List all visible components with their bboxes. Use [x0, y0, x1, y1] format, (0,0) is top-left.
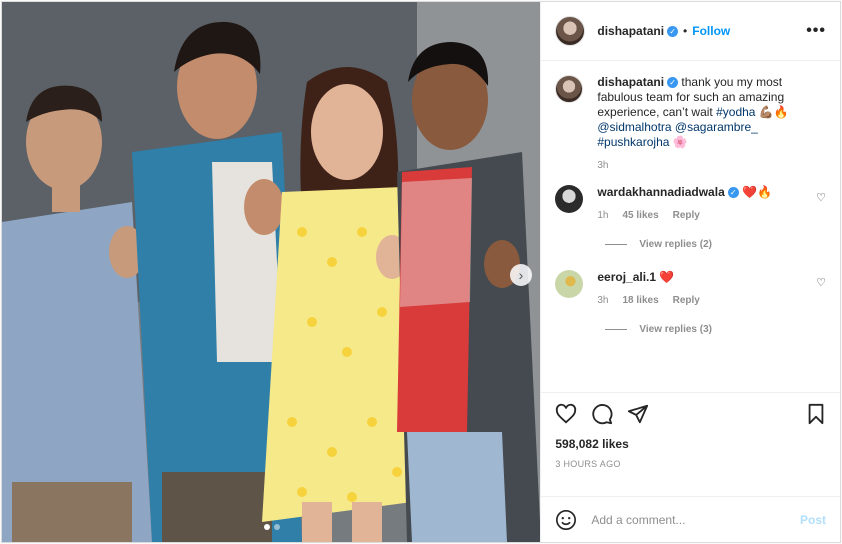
comments-section: dishapatani ✓ thank you my most fabulous … [541, 61, 840, 392]
caption-meta: 3h [597, 160, 807, 171]
header-separator: • [683, 24, 688, 38]
mention-link[interactable]: @sagarambre_ [675, 120, 758, 134]
caption-emoji: 💪🏽🔥 [758, 105, 789, 119]
caption-time[interactable]: 3h [597, 160, 608, 171]
commenter-avatar[interactable] [555, 185, 584, 213]
action-icons [555, 403, 826, 425]
view-replies-button[interactable]: View replies (2) [605, 239, 826, 250]
verified-badge-icon: ✓ [667, 77, 679, 89]
post-actions: 598,082 likes 3 HOURS AGO [541, 392, 840, 496]
post-comment-button[interactable]: Post [800, 513, 826, 527]
comment-body: ❤️🔥 [742, 185, 772, 199]
more-options-icon[interactable]: ••• [806, 22, 826, 40]
commenter-avatar[interactable] [555, 270, 584, 298]
likes-count[interactable]: 598,082 likes [555, 437, 826, 451]
commenter-username[interactable]: eeroj_ali.1 [597, 270, 656, 284]
comment-time[interactable]: 3h [597, 295, 608, 306]
author-avatar[interactable] [555, 16, 586, 46]
author-username[interactable]: dishapatani [597, 24, 664, 38]
author-info: dishapatani ✓ • Follow [597, 24, 730, 38]
post-side-panel: dishapatani ✓ • Follow ••• dishapatani ✓ … [540, 2, 840, 542]
chevron-right-icon: › [518, 267, 524, 283]
comment-text: wardakhannadiadwala ✓ ❤️🔥 [597, 185, 807, 200]
commenter-username[interactable]: wardakhannadiadwala [597, 185, 724, 199]
next-photo-button[interactable]: › [510, 264, 532, 286]
reply-button[interactable]: Reply [673, 295, 700, 306]
comment-meta: 3h 18 likes Reply [597, 295, 807, 306]
comment-item: eeroj_ali.1 ❤️ 3h 18 likes Reply ♡ [555, 270, 826, 306]
view-replies-label: View replies (2) [639, 239, 712, 250]
comment-item: wardakhannadiadwala ✓ ❤️🔥 1h 45 likes Rep… [555, 185, 826, 221]
comment-likes[interactable]: 45 likes [622, 210, 658, 221]
caption-username[interactable]: dishapatani [597, 75, 664, 89]
bookmark-icon[interactable] [806, 403, 826, 425]
view-replies-label: View replies (3) [639, 324, 712, 335]
mention-link[interactable]: @sidmalhotra [597, 120, 671, 134]
comment-meta: 1h 45 likes Reply [597, 210, 807, 221]
verified-badge-icon: ✓ [727, 187, 739, 199]
replies-divider [605, 329, 628, 330]
replies-divider [605, 244, 628, 245]
reply-button[interactable]: Reply [673, 210, 700, 221]
comment-body: ❤️ [659, 270, 675, 284]
comment-input[interactable] [591, 512, 786, 527]
view-replies-button[interactable]: View replies (3) [605, 324, 826, 335]
add-comment-bar: Post [541, 496, 840, 542]
carousel-indicator [264, 524, 280, 530]
group-photo-illustration [2, 2, 541, 542]
comment-text: eeroj_ali.1 ❤️ [597, 270, 807, 285]
carousel-dot-active [264, 524, 270, 530]
heart-icon[interactable] [555, 403, 577, 425]
caption-avatar[interactable] [555, 75, 584, 103]
heart-icon[interactable]: ♡ [816, 191, 826, 204]
comment-likes[interactable]: 18 likes [622, 295, 658, 306]
hashtag-link[interactable]: #pushkarojha [597, 135, 669, 149]
caption-emoji: 🌸 [672, 135, 688, 149]
comment-time[interactable]: 1h [597, 210, 608, 221]
share-icon[interactable] [627, 403, 649, 425]
post-header: dishapatani ✓ • Follow ••• [541, 2, 840, 61]
post-timestamp[interactable]: 3 HOURS AGO [555, 459, 826, 469]
emoji-icon[interactable] [555, 509, 577, 531]
caption-text: dishapatani ✓ thank you my most fabulous … [597, 75, 807, 150]
follow-button[interactable]: Follow [692, 24, 730, 38]
post-photo[interactable]: › [2, 2, 541, 542]
caption: dishapatani ✓ thank you my most fabulous … [555, 75, 826, 171]
verified-badge-icon: ✓ [667, 25, 679, 37]
instagram-post-frame: › dishapatani ✓ • Follow ••• dishapatani… [1, 1, 841, 543]
hashtag-link[interactable]: #yodha [716, 105, 755, 119]
carousel-dot [274, 524, 280, 530]
heart-icon[interactable]: ♡ [816, 276, 826, 289]
comment-icon[interactable] [591, 403, 613, 425]
